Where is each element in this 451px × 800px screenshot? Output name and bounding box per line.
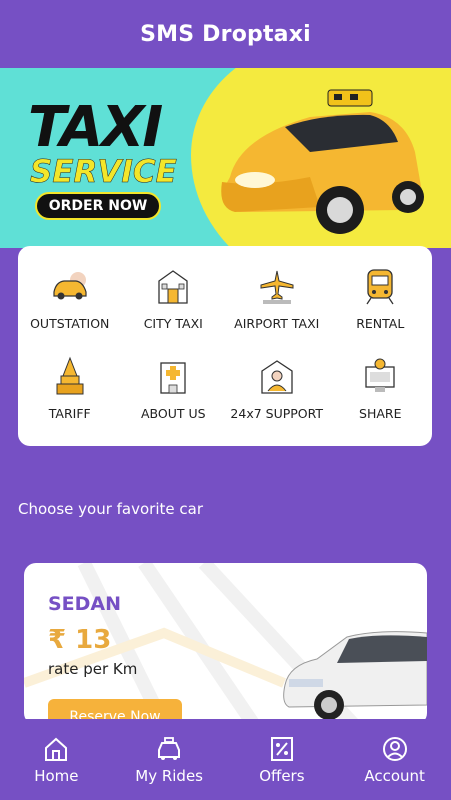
price-unit: rate per Km: [48, 660, 138, 678]
nav-account[interactable]: Account: [338, 719, 451, 800]
taxi-icon: [155, 735, 183, 763]
temple-icon: [48, 354, 92, 398]
nav-label: Account: [364, 766, 425, 785]
nav-label: Offers: [259, 766, 305, 785]
nav-offers[interactable]: Offers: [226, 719, 339, 800]
taxi-car-illustration: [221, 89, 424, 234]
building-icon: [151, 264, 195, 308]
service-tariff[interactable]: TARIFF: [18, 354, 122, 440]
service-label: SHARE: [359, 406, 402, 421]
train-icon: [358, 264, 402, 308]
user-icon: [381, 735, 409, 763]
banner-headline: TAXI: [28, 95, 163, 160]
sedan-car-image: [283, 631, 427, 720]
service-about-us[interactable]: ABOUT US: [122, 354, 226, 440]
car-category: SEDAN: [48, 593, 122, 615]
order-now-button[interactable]: ORDER NOW: [35, 192, 161, 220]
nav-label: Home: [34, 766, 79, 785]
hospital-icon: [151, 354, 195, 398]
percent-tag-icon: [268, 735, 296, 763]
car-icon: [48, 264, 92, 308]
airplane-icon: [255, 264, 299, 308]
nav-label: My Rides: [135, 766, 203, 785]
banner-subheadline: SERVICE: [30, 154, 177, 191]
promo-banner[interactable]: TAXI SERVICE ORDER NOW: [0, 68, 451, 248]
home-icon: [42, 735, 70, 763]
share-screen-icon: [358, 354, 402, 398]
support-agent-icon: [255, 354, 299, 398]
service-label: CITY TAXI: [143, 316, 203, 331]
nav-my-rides[interactable]: My Rides: [113, 719, 226, 800]
bottom-navigation: Home My Rides Offers Account: [0, 719, 451, 800]
service-rental[interactable]: RENTAL: [329, 264, 433, 350]
service-label: TARIFF: [48, 406, 91, 421]
service-airport-taxi[interactable]: AIRPORT TAXI: [225, 264, 329, 350]
service-label: 24x7 SUPPORT: [230, 406, 324, 421]
section-title: Choose your favorite car: [18, 500, 203, 518]
app-title: SMS Droptaxi: [140, 21, 311, 47]
service-label: ABOUT US: [140, 406, 206, 421]
service-label: OUTSTATION: [30, 316, 110, 331]
service-outstation[interactable]: OUTSTATION: [18, 264, 122, 350]
service-label: RENTAL: [356, 316, 405, 331]
service-share[interactable]: SHARE: [329, 354, 433, 440]
car-card-sedan[interactable]: SEDAN ₹ 13 rate per Km Reserve Now: [24, 563, 427, 725]
nav-home[interactable]: Home: [0, 719, 113, 800]
services-panel: OUTSTATION CITY TAXI AIRPORT TAXI RENTAL…: [18, 246, 432, 446]
service-label: AIRPORT TAXI: [234, 316, 320, 331]
service-support[interactable]: 24x7 SUPPORT: [225, 354, 329, 440]
app-header: SMS Droptaxi: [0, 0, 451, 68]
service-city-taxi[interactable]: CITY TAXI: [122, 264, 226, 350]
car-price: ₹ 13: [48, 625, 112, 655]
